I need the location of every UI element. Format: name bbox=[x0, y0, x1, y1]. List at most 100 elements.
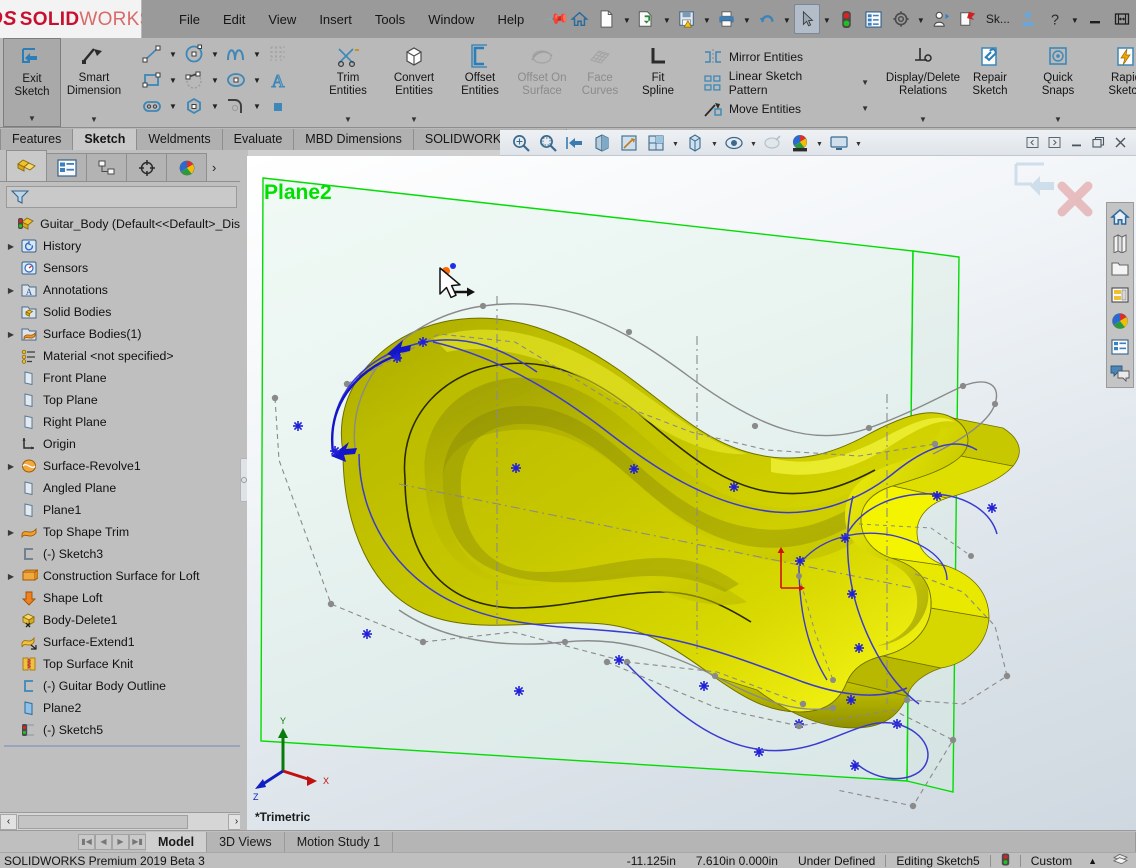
edit-appearance-icon[interactable] bbox=[760, 131, 786, 155]
tree-arrow-surface-bodies[interactable]: ▶ bbox=[4, 330, 18, 339]
polygon-icon[interactable] bbox=[179, 93, 209, 119]
last-icon[interactable]: ▶▮ bbox=[129, 833, 146, 850]
options-list-icon[interactable] bbox=[861, 4, 887, 34]
tree-arrow-history[interactable]: ▶ bbox=[4, 242, 18, 251]
move-entities-caret[interactable]: ▼ bbox=[843, 104, 869, 113]
line-icon[interactable] bbox=[137, 41, 167, 67]
menu-tools[interactable]: Tools bbox=[364, 8, 416, 31]
tree-item-surface-revolve1[interactable]: ▶ Surface-Revolve1 bbox=[0, 455, 245, 477]
restore-icon[interactable] bbox=[1109, 4, 1135, 34]
trim-entities-button[interactable]: Trim Entities ▼ bbox=[315, 38, 381, 127]
solidworks-logo[interactable]: DSSOLIDWORKS bbox=[0, 0, 152, 38]
configuration-manager-tab[interactable] bbox=[86, 153, 127, 181]
trim-entities-dropdown[interactable]: ▼ bbox=[344, 115, 352, 127]
appearance-sphere-icon[interactable] bbox=[1108, 309, 1132, 333]
tree-item-history[interactable]: ▶ History bbox=[0, 235, 245, 257]
property-manager-tab[interactable] bbox=[46, 153, 87, 181]
tree-item-body-delete1[interactable]: Body-Delete1 bbox=[0, 609, 245, 631]
settings-caret[interactable]: ▼ bbox=[915, 4, 927, 34]
question-mark-icon[interactable]: ? bbox=[1042, 4, 1068, 34]
hide-show-caret[interactable]: ▼ bbox=[748, 131, 759, 155]
tile-right-icon[interactable] bbox=[1044, 134, 1064, 152]
rectangle-icon[interactable] bbox=[137, 67, 167, 93]
feature-tree-horizontal-scrollbar[interactable]: ‹ › bbox=[0, 812, 245, 830]
tile-left-icon[interactable] bbox=[1022, 134, 1042, 152]
new-document-icon[interactable] bbox=[594, 4, 620, 34]
menu-file[interactable]: File bbox=[168, 8, 211, 31]
tree-root-guitar-body[interactable]: Guitar_Body (Default<<Default>_Display bbox=[0, 213, 245, 235]
tab-3d-views[interactable]: 3D Views bbox=[207, 831, 285, 852]
tree-item-plane1[interactable]: Plane1 bbox=[0, 499, 245, 521]
user-profile-icon[interactable] bbox=[928, 4, 954, 34]
tree-item-surface-extend1[interactable]: Surface-Extend1 bbox=[0, 631, 245, 653]
tree-arrow-construction-surface[interactable]: ▶ bbox=[4, 572, 18, 581]
rebuild-traffic-light-icon[interactable] bbox=[991, 852, 1020, 868]
display-pane-icon[interactable] bbox=[1108, 335, 1132, 359]
appearances-icon[interactable] bbox=[1108, 231, 1132, 255]
model-canvas[interactable]: Y X Z bbox=[247, 156, 1136, 830]
point-icon[interactable] bbox=[263, 93, 293, 119]
doc-restore-icon[interactable] bbox=[1088, 134, 1108, 152]
rebuild-traffic-light-icon[interactable] bbox=[834, 4, 860, 34]
tab-evaluate[interactable]: Evaluate bbox=[222, 129, 295, 150]
mirror-entities-button[interactable]: Mirror Entities bbox=[701, 44, 871, 70]
tab-motion-study-1[interactable]: Motion Study 1 bbox=[284, 831, 394, 852]
display-delete-relations-button[interactable]: Display/Delete Relations ▼ bbox=[885, 38, 961, 127]
layers-icon[interactable] bbox=[1103, 853, 1136, 868]
fillet-caret[interactable]: ▼ bbox=[251, 102, 263, 111]
view-orientation-cube-icon[interactable] bbox=[643, 131, 669, 155]
tree-item-front-plane[interactable]: Front Plane bbox=[0, 367, 245, 389]
tab-mbd-dimensions[interactable]: MBD Dimensions bbox=[294, 129, 414, 150]
undo-caret[interactable]: ▼ bbox=[781, 4, 793, 34]
undo-icon[interactable] bbox=[754, 4, 780, 34]
tree-item-surface-bodies[interactable]: ▶ Surface Bodies(1) bbox=[0, 323, 245, 345]
menu-window[interactable]: Window bbox=[417, 8, 485, 31]
circle-icon[interactable] bbox=[179, 41, 209, 67]
feature-tree-filter[interactable] bbox=[6, 186, 237, 208]
minimize-icon[interactable] bbox=[1082, 4, 1108, 34]
repair-sketch-button[interactable]: Repair Sketch bbox=[961, 38, 1019, 127]
spline-caret[interactable]: ▼ bbox=[251, 50, 263, 59]
menu-view[interactable]: View bbox=[257, 8, 307, 31]
view-home-icon[interactable] bbox=[1108, 205, 1132, 229]
graphics-viewport[interactable]: Y X Z Plane2 *Trimetric bbox=[247, 156, 1136, 830]
tree-arrow-top-shape-trim[interactable]: ▶ bbox=[4, 528, 18, 537]
quick-snaps-dropdown[interactable]: ▼ bbox=[1054, 115, 1062, 127]
tree-item-guitar-body-outline[interactable]: (-) Guitar Body Outline bbox=[0, 675, 245, 697]
spline-icon[interactable] bbox=[221, 41, 251, 67]
display-manager-tab[interactable] bbox=[166, 153, 207, 181]
rectangle-caret[interactable]: ▼ bbox=[167, 76, 179, 85]
offset-entities-button[interactable]: Offset Entities bbox=[447, 38, 513, 127]
open-document-icon[interactable] bbox=[634, 4, 660, 34]
rollback-bar[interactable] bbox=[4, 745, 241, 747]
feature-tree-filter-input[interactable] bbox=[29, 189, 219, 205]
menu-help[interactable]: Help bbox=[486, 8, 535, 31]
zoom-to-fit-icon[interactable] bbox=[508, 131, 534, 155]
quick-snaps-button[interactable]: Quick Snaps ▼ bbox=[1029, 38, 1087, 127]
exit-sketch-button[interactable]: Exit Sketch ▼ bbox=[3, 38, 61, 127]
display-style-icon[interactable] bbox=[682, 131, 708, 155]
custom-properties-icon[interactable] bbox=[1108, 283, 1132, 307]
home-icon[interactable] bbox=[567, 4, 593, 34]
fit-spline-button[interactable]: Fit Spline bbox=[629, 38, 687, 127]
tree-item-solid-bodies[interactable]: Solid Bodies bbox=[0, 301, 245, 323]
slot-caret[interactable]: ▼ bbox=[167, 102, 179, 111]
hscroll-thumb[interactable] bbox=[18, 814, 188, 829]
view-settings-icon[interactable] bbox=[826, 131, 852, 155]
tree-arrow-surface-revolve1[interactable]: ▶ bbox=[4, 462, 18, 471]
tree-item-sketch5[interactable]: (-) Sketch5 bbox=[0, 719, 245, 741]
tree-item-sketch3[interactable]: (-) Sketch3 bbox=[0, 543, 245, 565]
view-orientation-icon[interactable] bbox=[616, 131, 642, 155]
polygon-caret[interactable]: ▼ bbox=[209, 102, 221, 111]
doc-minimize-icon[interactable] bbox=[1066, 134, 1086, 152]
select-caret[interactable]: ▼ bbox=[821, 4, 833, 34]
person-icon[interactable] bbox=[1015, 4, 1041, 34]
zoom-to-area-icon[interactable] bbox=[535, 131, 561, 155]
tree-item-origin[interactable]: Origin bbox=[0, 433, 245, 455]
arc-icon[interactable] bbox=[179, 67, 209, 93]
print-caret[interactable]: ▼ bbox=[741, 4, 753, 34]
circle-caret[interactable]: ▼ bbox=[209, 50, 221, 59]
display-style-caret[interactable]: ▼ bbox=[709, 131, 720, 155]
tab-weldments[interactable]: Weldments bbox=[137, 129, 223, 150]
save-icon[interactable] bbox=[674, 4, 700, 34]
